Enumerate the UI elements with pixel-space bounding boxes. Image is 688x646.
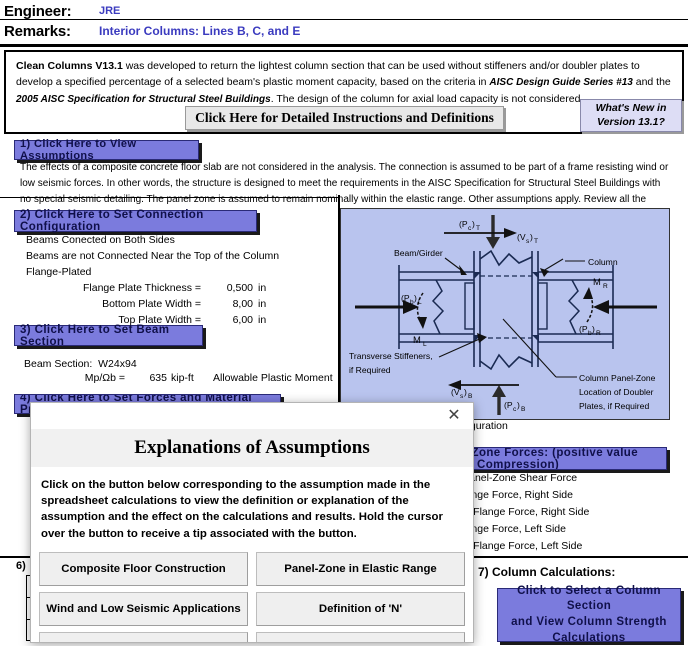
engineer-label: Engineer: — [4, 2, 72, 20]
label-panel-line-1: Column Panel-Zone — [579, 373, 656, 383]
set-connection-configuration-button[interactable]: 2) Click Here to Set Connection Configur… — [14, 209, 257, 233]
select-column-line-2: and View Column Strength — [511, 616, 667, 628]
select-column-section-button[interactable]: Click to Select a Column Section and Vie… — [497, 585, 681, 644]
force-list-item: Top Flange Force, Left Side — [437, 523, 566, 535]
label-panel-line-2: Location of Doubler — [579, 387, 654, 397]
config-line: Beams Conected on Both Sides — [26, 234, 175, 246]
label-pb-right: (P — [579, 324, 588, 334]
sheet-header: Engineer: JRE Remarks: Interior Columns:… — [0, 0, 688, 47]
bottom-plate-width-row: Bottom Plate Width = 8,00 in — [26, 297, 316, 313]
section-rule-top — [0, 197, 338, 198]
allowable-plastic-moment-row: Mp/Ωb = 635 kip-ft Allowable Plastic Mom… — [55, 372, 355, 384]
label-vs-bottom-close: ) — [464, 387, 467, 397]
label-pc-bottom: (P — [504, 400, 513, 410]
label-pb-right-close: ) — [592, 324, 595, 334]
mp-value: 635 — [149, 372, 167, 384]
mp-unit: kip-ft — [171, 372, 194, 384]
flange-plate-thickness-label: Flange Plate Thickness = — [83, 281, 201, 294]
mp-description: Allowable Plastic Moment — [213, 372, 333, 384]
whats-new-button[interactable]: What's New in Version 13.1? — [580, 99, 682, 132]
label-pb-left: (P — [401, 293, 410, 303]
label-m-left-sub: L — [423, 341, 427, 348]
beam-section-value[interactable]: W24x94 — [98, 358, 137, 370]
assumption-button-definition-of-n[interactable]: Definition of 'N' — [256, 591, 465, 626]
assumption-button-composite-floor-construction[interactable]: Composite Floor Construction — [39, 551, 248, 586]
label-pc-top-t: T — [476, 225, 480, 232]
label-stiffeners-line-1: Transverse Stiffeners, — [349, 351, 433, 361]
force-list-item: Bottom Flange Force, Left Side — [437, 540, 583, 552]
label-pc-bottom-close: ) — [517, 400, 520, 410]
beam-section-row: Beam Section: W24x94 — [24, 358, 137, 370]
force-list-item: Total Panel-Zone Shear Force — [437, 472, 578, 484]
flange-plate-thickness-row: Flange Plate Thickness = 0,500 in — [26, 281, 316, 297]
intro-text-3: . The design of the column for axial loa… — [270, 92, 584, 105]
remarks-label: Remarks: — [4, 22, 71, 40]
label-pc-top-close: ) — [472, 219, 475, 229]
assumption-button-connection-types[interactable]: Connection Types — [256, 631, 465, 642]
config-line: Beams are not Connected Near the Top of … — [26, 249, 280, 262]
label-pb-left-l: L — [418, 299, 422, 306]
whats-new-line-1: What's New in — [595, 101, 667, 114]
dialog-title: Explanations of Assumptions — [134, 437, 370, 458]
dialog-top-bar: ✕ — [31, 403, 473, 429]
bottom-plate-width-label: Bottom Plate Width = — [102, 297, 201, 310]
dialog-body: Click on the button below corresponding … — [31, 467, 473, 542]
whats-new-line-2: Version 13.1? — [597, 115, 665, 128]
select-column-line-1: Click to Select a Column Section — [517, 584, 661, 613]
config-line: Flange-Plated — [26, 265, 92, 278]
remarks-row: Remarks: Interior Columns: Lines B, C, a… — [0, 20, 300, 42]
label-vs-top: (V — [517, 232, 526, 242]
label-m-left: M — [413, 334, 421, 345]
flange-plate-thickness-value[interactable]: 0,500 — [201, 281, 258, 297]
label-vs-bottom-b: B — [468, 393, 473, 400]
remarks-value[interactable]: Interior Columns: Lines B, C, and E — [99, 24, 300, 38]
beam-section-label: Beam Section: — [24, 358, 93, 370]
detailed-instructions-button[interactable]: Click Here for Detailed Instructions and… — [185, 106, 504, 130]
label-stiffeners-line-2: if Required — [349, 365, 391, 375]
set-beam-section-button[interactable]: 3) Click Here to Set Beam Section — [14, 324, 203, 348]
label-vs-bottom: (V — [451, 387, 460, 397]
connection-diagram-svg: (P c ) T (V s ) T Beam/Girder Column (P … — [349, 215, 657, 415]
assumption-button-panel-zone-elastic-range[interactable]: Panel-Zone in Elastic Range — [256, 551, 465, 586]
close-icon[interactable]: ✕ — [445, 407, 463, 425]
label-column: Column — [588, 257, 618, 267]
label-vs-top-close: ) — [530, 232, 533, 242]
label-beam-girder: Beam/Girder — [394, 248, 443, 258]
product-title: Clean Columns V13.1 — [16, 60, 123, 72]
step-6-marker: 6) — [16, 560, 26, 572]
top-plate-width-unit: in — [258, 313, 267, 326]
label-m-right-sub: R — [603, 283, 608, 290]
top-plate-width-value[interactable]: 6,00 — [201, 313, 258, 329]
select-column-line-3: Calculations — [552, 631, 626, 644]
dialog-instruction-text: Click on the button below corresponding … — [41, 479, 443, 540]
connection-configuration-diagram: (P c ) T (V s ) T Beam/Girder Column (P … — [340, 208, 670, 420]
step-7-marker: 7) Column Calculations: — [478, 565, 616, 579]
reference-design-guide: AISC Design Guide Series #13 — [489, 77, 633, 89]
reference-spec: 2005 AISC Specification for Structural S… — [16, 93, 271, 105]
dialog-title-bar: Explanations of Assumptions — [31, 429, 473, 467]
bottom-plate-width-value[interactable]: 8,00 — [201, 297, 258, 313]
connection-config-summary: Beams Conected on Both Sides Beams are n… — [26, 233, 336, 329]
intro-text-2: and the — [632, 76, 671, 89]
force-list-item: Bottom Flange Force, Right Side — [437, 506, 590, 518]
flange-plate-thickness-unit: in — [258, 281, 267, 294]
label-m-right: M — [593, 276, 601, 287]
assumption-buttons-grid: Composite Floor Construction Panel-Zone … — [31, 542, 473, 642]
spreadsheet-canvas: Engineer: JRE Remarks: Interior Columns:… — [0, 0, 688, 644]
assumption-button-wind-low-seismic[interactable]: Wind and Low Seismic Applications — [39, 591, 248, 626]
explanations-dialog: ✕ Explanations of Assumptions Click on t… — [30, 402, 474, 643]
label-pb-left-close: ) — [414, 293, 417, 303]
label-pc-top: (P — [459, 219, 468, 229]
assumption-button-web-sidesway-buckling[interactable]: Web Sidesway Buckling — [39, 631, 248, 642]
panel-zone-force-list: Total Panel-Zone Shear Force Top Flange … — [437, 470, 687, 555]
label-panel-line-3: Plates, if Required — [579, 401, 649, 411]
bottom-plate-width-unit: in — [258, 297, 267, 310]
force-list-item: Top Flange Force, Right Side — [437, 489, 573, 501]
view-assumptions-button[interactable]: 1) Click Here to View Assumptions — [14, 138, 199, 162]
label-vs-top-t: T — [534, 238, 538, 245]
label-pb-right-r: R — [596, 330, 601, 337]
label-pc-bottom-b: B — [521, 406, 526, 413]
mp-label: Mp/Ωb = — [84, 372, 125, 384]
engineer-value[interactable]: JRE — [99, 5, 120, 17]
